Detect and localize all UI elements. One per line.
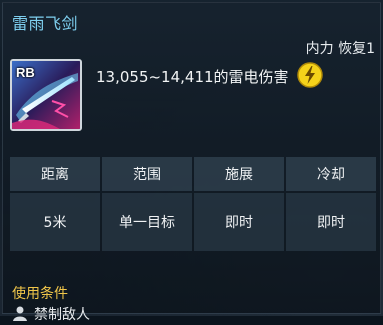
keybind-label: RB: [16, 65, 35, 80]
stat-value-cooldown: 即时: [286, 193, 376, 251]
conditions-label: 使用条件: [12, 286, 68, 302]
stat-value-area: 单一目标: [102, 193, 192, 251]
stat-header-cooldown: 冷却: [286, 157, 376, 191]
stat-value-range: 5米: [10, 193, 100, 251]
stat-header-area: 范围: [102, 157, 192, 191]
lightning-icon: [297, 62, 323, 88]
stat-value-cast: 即时: [194, 193, 284, 251]
condition-item: 禁制敌人: [34, 307, 90, 323]
person-icon: [12, 305, 28, 321]
resource-cost: 内力 恢复1: [305, 41, 375, 57]
skill-name: 雷雨飞剑: [12, 14, 79, 33]
damage-text: 13,055~14,411的雷电伤害: [96, 68, 289, 86]
stat-header-range: 距离: [10, 157, 100, 191]
skill-stats-grid: 距离 范围 施展 冷却 5米 单一目标 即时 即时: [10, 157, 376, 251]
skill-icon: RB: [10, 59, 82, 131]
stat-header-cast: 施展: [194, 157, 284, 191]
